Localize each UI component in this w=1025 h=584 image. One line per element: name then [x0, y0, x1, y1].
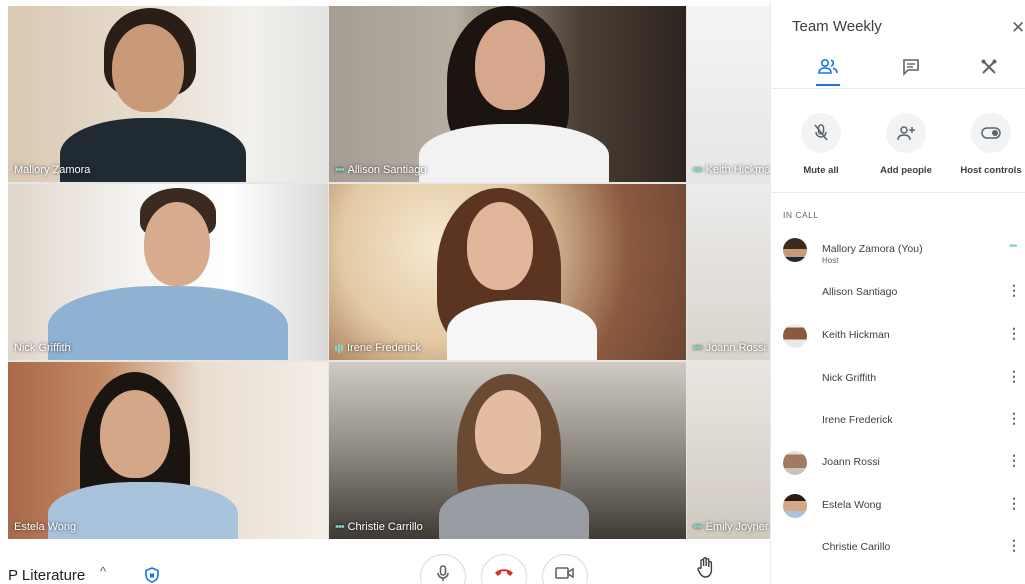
toggle-icon [981, 127, 1001, 139]
participant-name: Nick Griffith [822, 372, 877, 384]
end-call-icon [495, 569, 513, 576]
tile-name-label: Nick Griffith [14, 342, 71, 354]
tab-activities[interactable] [974, 58, 1004, 82]
speaking-dots-icon: ••• [693, 164, 703, 176]
video-tile-allison[interactable]: ••• Allison Santiago [329, 6, 686, 182]
chevron-up-icon[interactable]: ^ [100, 564, 106, 579]
mic-icon [437, 565, 449, 581]
tile-name-label: Irene Frederick [335, 342, 421, 354]
participants-panel: Team Weekly ✕ Mute all Add people Host c… [770, 0, 1025, 584]
tile-name: Nick Griffith [14, 342, 71, 354]
avatar [783, 324, 807, 348]
avatar [783, 451, 807, 475]
tile-name: Emily Joyner [705, 521, 769, 533]
participant-row[interactable]: Christie Carillo ⋮ [771, 529, 1025, 569]
speaking-dots-icon: ••• [335, 521, 345, 533]
avatar [783, 494, 807, 518]
participant-name: Mallory Zamora (You) [822, 243, 923, 255]
participant-row[interactable]: Joann Rossi ⋮ [771, 444, 1025, 484]
video-tile-mallory[interactable]: Mallory Zamora [8, 6, 328, 182]
person-add-icon [897, 126, 915, 141]
more-options-icon[interactable]: ⋮ [1007, 325, 1021, 342]
participant-row[interactable]: Allison Santiago ⋮ [771, 274, 1025, 314]
add-people-label: Add people [880, 165, 932, 176]
tile-name-label: ••• Keith Hickman [693, 164, 770, 176]
video-tile-joann[interactable]: ••• Joann Rossi [687, 184, 770, 360]
participant-name: Christie Carillo [822, 541, 891, 553]
video-tile-estela[interactable]: Estela Wong [8, 362, 328, 539]
mute-all-label: Mute all [803, 165, 839, 176]
audio-bars-icon [335, 343, 343, 353]
tile-name: Mallory Zamora [14, 164, 91, 176]
selected-tab-indicator [816, 84, 840, 86]
panel-title: Team Weekly [792, 18, 882, 35]
host-controls-label: Host controls [960, 165, 1022, 176]
tile-name-label: ••• Joann Rossi [693, 342, 766, 354]
tile-name: Irene Frederick [347, 342, 421, 354]
bottom-control-bar: P Literature ^ [0, 540, 770, 584]
video-tile-christie[interactable]: ••• Christie Carrillo [329, 362, 686, 539]
add-people-button[interactable]: Add people [861, 113, 951, 176]
participant-role: Host [822, 256, 839, 265]
more-options-icon[interactable]: ⋮ [1007, 452, 1021, 469]
tab-chat[interactable] [896, 58, 926, 82]
speaking-dots-icon: ••• [693, 342, 703, 354]
tile-name: Joann Rossi [705, 342, 767, 354]
close-icon[interactable]: ✕ [1011, 18, 1025, 38]
participant-row[interactable]: Keith Hickman ⋮ [771, 317, 1025, 357]
participant-name: Allison Santiago [822, 286, 898, 298]
more-options-icon[interactable]: ⋮ [1007, 537, 1021, 554]
camera-button[interactable] [542, 554, 588, 584]
participant-row[interactable]: Estela Wong ⋮ [771, 487, 1025, 527]
tile-name-label: Mallory Zamora [14, 164, 90, 176]
participant-row[interactable]: Nick Griffith ⋮ [771, 360, 1025, 400]
speaking-dots-icon: ••• [693, 521, 703, 533]
people-icon [818, 58, 838, 74]
tile-name: Estela Wong [14, 521, 77, 533]
mic-button[interactable] [420, 554, 466, 584]
participant-name: Joann Rossi [822, 456, 880, 468]
tile-name-label: ••• Christie Carrillo [335, 521, 423, 533]
end-call-button[interactable] [481, 554, 527, 584]
participant-name: Keith Hickman [822, 329, 890, 341]
tile-name: Allison Santiago [347, 164, 427, 176]
tile-name: Christie Carrillo [347, 521, 423, 533]
more-options-icon[interactable]: ⋮ [1007, 282, 1021, 299]
participant-row[interactable]: Mallory Zamora (You) Host ••• [771, 231, 1025, 271]
divider [771, 192, 1025, 193]
more-options-icon[interactable]: ⋮ [1007, 410, 1021, 427]
speaking-dots-icon: ••• [335, 164, 345, 176]
participant-name: Irene Frederick [822, 414, 893, 426]
speaking-dots-icon: ••• [1009, 241, 1017, 252]
chat-icon [903, 59, 919, 76]
video-tile-irene[interactable]: Irene Frederick [329, 184, 686, 360]
video-tile-keith[interactable]: ••• Keith Hickman [687, 6, 770, 182]
activities-icon [981, 59, 997, 74]
meet-window: Mallory Zamora ••• Allison Santiago ••• Ke… [0, 0, 1025, 584]
video-tile-nick[interactable]: Nick Griffith [8, 184, 328, 360]
tile-name-label: ••• Emily Joyner [693, 521, 769, 533]
host-controls-button[interactable]: Host controls [946, 113, 1025, 176]
divider [771, 88, 1025, 89]
participant-name: Estela Wong [822, 499, 882, 511]
tile-name-label: Estela Wong [14, 521, 76, 533]
video-tile-emily[interactable]: ••• Emily Joyner [687, 362, 770, 539]
video-grid: Mallory Zamora ••• Allison Santiago ••• Ke… [8, 6, 770, 539]
mute-all-button[interactable]: Mute all [776, 113, 866, 176]
more-options-icon[interactable]: ⋮ [1007, 368, 1021, 385]
raise-hand-icon[interactable] [697, 556, 715, 578]
participant-row[interactable]: Irene Frederick ⋮ [771, 402, 1025, 442]
avatar [783, 238, 807, 262]
camera-icon [555, 567, 574, 579]
tile-name: Keith Hickman [705, 164, 770, 176]
meeting-title[interactable]: P Literature [8, 567, 85, 584]
mic-off-icon [814, 124, 828, 141]
tile-name-label: ••• Allison Santiago [335, 164, 426, 176]
tab-people[interactable] [813, 58, 843, 82]
more-options-icon[interactable]: ⋮ [1007, 495, 1021, 512]
in-call-section-label: IN CALL [783, 210, 819, 220]
shield-icon[interactable] [145, 567, 159, 583]
